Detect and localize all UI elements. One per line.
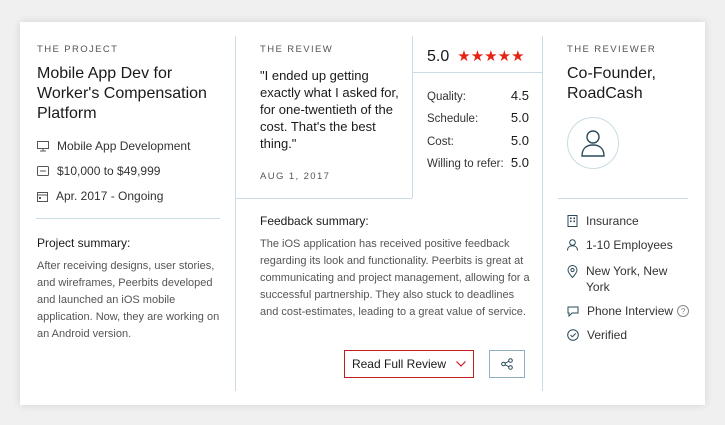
score-quality: Quality: 4.5 <box>427 88 529 103</box>
help-icon[interactable]: ? <box>677 305 690 317</box>
user-icon <box>581 130 605 157</box>
reviewer-location: New York, New York <box>567 263 676 295</box>
score-value: 4.5 <box>510 88 529 103</box>
reviewer-industry: Insurance <box>567 214 639 228</box>
score-refer: Willing to refer: 5.0 <box>427 155 529 170</box>
project-dates-label: Apr. 2017 - Ongoing <box>56 189 164 203</box>
project-budget-label: $10,000 to $49,999 <box>57 164 161 178</box>
reviewer-interview: Phone Interview ? <box>567 304 690 318</box>
reviewer-size-label: 1-10 Employees <box>586 238 673 252</box>
divider-project <box>36 218 220 219</box>
person-icon <box>567 239 578 251</box>
overall-rating: 5.0 ★ ★ ★ ★ ★ <box>427 48 525 66</box>
divider-review <box>236 198 412 199</box>
divider-reviewer <box>558 198 688 199</box>
score-label: Willing to refer: <box>427 158 504 170</box>
score-label: Cost: <box>427 136 454 148</box>
reviewer-size: 1-10 Employees <box>567 238 673 252</box>
project-summary-title: Project summary: <box>37 236 131 250</box>
building-icon <box>567 215 578 227</box>
read-full-review-label: Read Full Review <box>351 357 447 371</box>
project-dates: Apr. 2017 - Ongoing <box>37 189 163 203</box>
score-value: 5.0 <box>510 110 529 125</box>
project-budget: $10,000 to $49,999 <box>37 164 160 178</box>
review-quote: "I ended up getting exactly what I asked… <box>260 68 399 151</box>
project-service-label: Mobile App Development <box>57 139 191 153</box>
star-icon: ★ <box>511 48 525 65</box>
overall-rating-value: 5.0 <box>427 48 450 65</box>
rating-stars: ★ ★ ★ ★ ★ <box>457 49 524 65</box>
check-circle-icon <box>567 329 579 341</box>
project-section-label: THE PROJECT <box>37 44 119 55</box>
star-icon: ★ <box>497 48 512 65</box>
location-pin-icon <box>567 265 578 278</box>
tag-icon <box>37 166 49 176</box>
chat-bubble-icon <box>567 306 579 317</box>
project-title: Mobile App Dev for Worker's Compensation… <box>37 65 207 122</box>
project-service: Mobile App Development <box>37 139 190 153</box>
review-date: AUG 1, 2017 <box>260 171 331 182</box>
avatar <box>567 117 619 169</box>
score-schedule: Schedule: 5.0 <box>427 110 529 125</box>
reviewer-location-label: New York, New York <box>586 264 668 294</box>
score-label: Quality: <box>427 91 466 103</box>
reviewer-section-label: THE REVIEWER <box>567 44 657 55</box>
reviewer-verified-label: Verified <box>587 328 628 342</box>
review-section-label: THE REVIEW <box>260 44 334 55</box>
divider-scores <box>413 72 542 73</box>
project-summary-text: After receiving designs, user stories, a… <box>37 260 220 340</box>
feedback-summary-text: The iOS application has received positiv… <box>260 238 530 318</box>
star-icon: ★ <box>457 48 471 65</box>
score-value: 5.0 <box>510 133 529 148</box>
divider-3 <box>542 36 543 391</box>
share-icon <box>501 358 513 370</box>
star-icon: ★ <box>484 48 498 65</box>
divider-2 <box>412 36 413 198</box>
feedback-summary-title: Feedback summary: <box>260 214 369 228</box>
review-card: THE PROJECT Mobile App Dev for Worker's … <box>20 22 705 405</box>
score-cost: Cost: 5.0 <box>427 133 529 148</box>
score-value: 5.0 <box>510 155 529 170</box>
calendar-icon <box>37 191 48 202</box>
divider-1 <box>235 36 236 391</box>
chevron-down-icon <box>456 361 466 367</box>
share-button[interactable] <box>489 350 525 378</box>
reviewer-title: Co-Founder, RoadCash <box>567 65 656 102</box>
monitor-icon <box>37 140 49 151</box>
reviewer-industry-label: Insurance <box>586 214 639 228</box>
star-icon: ★ <box>470 48 485 65</box>
read-full-review-button[interactable]: Read Full Review <box>344 350 474 378</box>
score-label: Schedule: <box>427 113 479 125</box>
reviewer-interview-label: Phone Interview <box>587 304 674 318</box>
reviewer-verified: Verified <box>567 328 627 342</box>
